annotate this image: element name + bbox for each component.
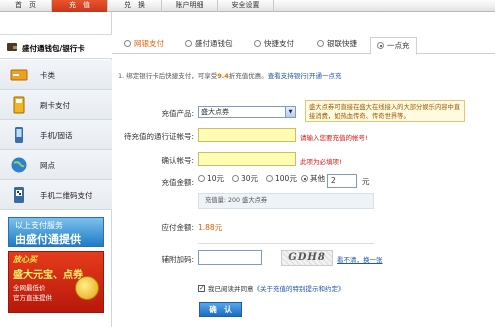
nav-home[interactable]: 首 页 [0, 0, 52, 12]
sidebar-item-label: 手机/固话 [40, 131, 73, 140]
radio-icon [266, 175, 273, 182]
confirm-label: 确认帐号: [161, 156, 194, 165]
product-tip: 盛大点券可直接在盛大在线接入的大部分娱乐内容中直接消费，如热血传奇、传奇世界等。 [305, 100, 465, 122]
sidebar-item-wallet-bank[interactable]: 盛付通钱包/银行卡 [0, 34, 112, 59]
account-error: 请输入您要充值的帐号! [300, 134, 368, 142]
supported-banks-link[interactable]: 查看支持银行|开通一点充 [268, 72, 342, 80]
captcha-input[interactable] [198, 250, 262, 265]
radio-icon [317, 40, 324, 47]
amount-unit: 元 [362, 177, 370, 186]
agree-checkbox[interactable] [198, 284, 205, 292]
amount-option-30[interactable]: 30元 [232, 173, 258, 184]
amount-option-label: 其他 [310, 174, 325, 183]
sidebar-item-pos[interactable]: 刷卡支付 [0, 90, 112, 120]
sidebar-item-label: 网点 [40, 161, 55, 170]
pos-icon [13, 96, 25, 114]
sidebar-item-label: 刷卡支付 [40, 101, 70, 110]
amount-option-label: 30元 [241, 174, 259, 183]
divider [198, 243, 374, 244]
wallet-icon [7, 43, 17, 51]
discount-rate: 9.4 [217, 72, 229, 80]
confirm-account-input[interactable] [198, 152, 296, 166]
card-icon [10, 69, 28, 81]
pay-label: 应付金额: [161, 223, 194, 232]
service-banner[interactable]: 以上支付服务 由盛付通提供 [8, 217, 104, 247]
captcha-label: 辅附加码: [161, 255, 194, 264]
sidebar-item-outlet[interactable]: 网点 [0, 150, 112, 180]
captcha-refresh-link[interactable]: 看不清，换一张 [337, 254, 383, 264]
note-text: 1. 绑定银行卡后快捷支付，可享受 [118, 72, 218, 80]
sidebar-item-qrcode[interactable]: 手机二维码支付 [0, 180, 112, 210]
agree-text: 我已阅读并同意 [208, 285, 254, 293]
amount-option-10[interactable]: 10元 [198, 173, 224, 184]
tab-unionpay-quick[interactable]: 银联快捷 [317, 38, 357, 52]
tab-one-click[interactable]: 一点充 [370, 37, 417, 55]
tab-wallet[interactable]: 盛付通钱包 [185, 38, 233, 52]
sidebar-item-phone[interactable]: 手机/固话 [0, 120, 112, 150]
agreement: 我已阅读并同意《关于充值的特别提示和约定》 [198, 283, 345, 293]
sidebar-item-label: 卡类 [40, 71, 55, 80]
tab-label: 网银支付 [134, 39, 164, 48]
product-label: 充值产品: [161, 109, 194, 118]
globe-icon [11, 157, 27, 173]
tab-label: 银联快捷 [327, 39, 357, 48]
amount-label: 充值金额: [161, 178, 194, 187]
sidebar-item-label: 手机二维码支付 [40, 191, 93, 200]
account-label: 待充值的通行证帐号: [123, 132, 194, 141]
confirm-button[interactable]: 确 认 [199, 302, 242, 317]
pay-amount: 1.88元 [198, 223, 223, 232]
tab-label: 一点充 [387, 41, 410, 50]
amount-option-label: 100元 [275, 174, 297, 183]
banner-line: 由盛付通提供 [15, 233, 81, 246]
banner-line: 以上支付服务 [15, 221, 63, 230]
amount-option-100[interactable]: 100元 [266, 173, 297, 184]
captcha-image[interactable]: GDH8 [281, 250, 333, 266]
confirm-error: 此项为必填项! [300, 158, 342, 166]
top-nav: 首 页 充 值 兑 换 账户明细 安全设置 [0, 0, 495, 12]
tab-quick-pay[interactable]: 快捷支付 [254, 38, 294, 52]
radio-icon [254, 40, 261, 47]
promo-line: 放心买 [13, 255, 37, 264]
tab-label: 盛付通钱包 [195, 39, 233, 48]
amount-option-label: 10元 [207, 174, 225, 183]
phone-icon [15, 127, 23, 143]
nav-recharge[interactable]: 充 值 [52, 0, 108, 12]
account-input[interactable] [198, 128, 296, 142]
tab-online-bank[interactable]: 网银支付 [124, 38, 164, 52]
payment-tabs: 网银支付 盛付通钱包 快捷支付 银联快捷 一点充 [112, 34, 495, 55]
qrcode-icon [14, 187, 24, 203]
sidebar-item-card[interactable]: 卡类 [0, 60, 112, 90]
chevron-down-icon[interactable]: ▼ [285, 107, 295, 117]
amount-input[interactable]: 2 [327, 174, 357, 188]
product-select[interactable]: 盛大点券 ▼ [198, 106, 296, 118]
nav-account-detail[interactable]: 账户明细 [162, 0, 218, 12]
radio-icon [232, 175, 239, 182]
promo-line: 官方直连提供 [13, 294, 52, 302]
promo-line: 盛大元宝、点券 [13, 270, 83, 281]
amount-option-other[interactable]: 其他 [301, 173, 325, 184]
product-value: 盛大点券 [201, 108, 229, 116]
promo-line: 全网最低价 [13, 284, 46, 292]
sidebar: 盛付通钱包/银行卡 卡类 刷卡支付 手机/固话 网点 手机二维码支付 以上支付服… [0, 12, 112, 327]
radio-icon [198, 175, 205, 182]
promo-banner[interactable]: 放心买 盛大元宝、点券 全网最低价 官方直连提供 [8, 251, 104, 313]
agreement-link[interactable]: 《关于充值的特别提示和约定》 [254, 285, 345, 293]
promo-note: 1. 绑定银行卡后快捷支付，可享受9.4折充值优惠。查看支持银行|开通一点充 [118, 70, 342, 80]
note-text: 折充值优惠。 [228, 72, 268, 80]
nav-security[interactable]: 安全设置 [218, 0, 274, 12]
radio-icon [377, 42, 384, 49]
nav-exchange[interactable]: 兑 换 [108, 0, 162, 12]
radio-icon [301, 175, 308, 182]
coin-icon [75, 276, 99, 300]
sidebar-item-label: 盛付通钱包/银行卡 [22, 44, 85, 53]
radio-icon [185, 40, 192, 47]
tab-label: 快捷支付 [264, 39, 294, 48]
credit-amount: 充值量: 200 盛大点券 [198, 193, 374, 209]
radio-icon [124, 40, 131, 47]
